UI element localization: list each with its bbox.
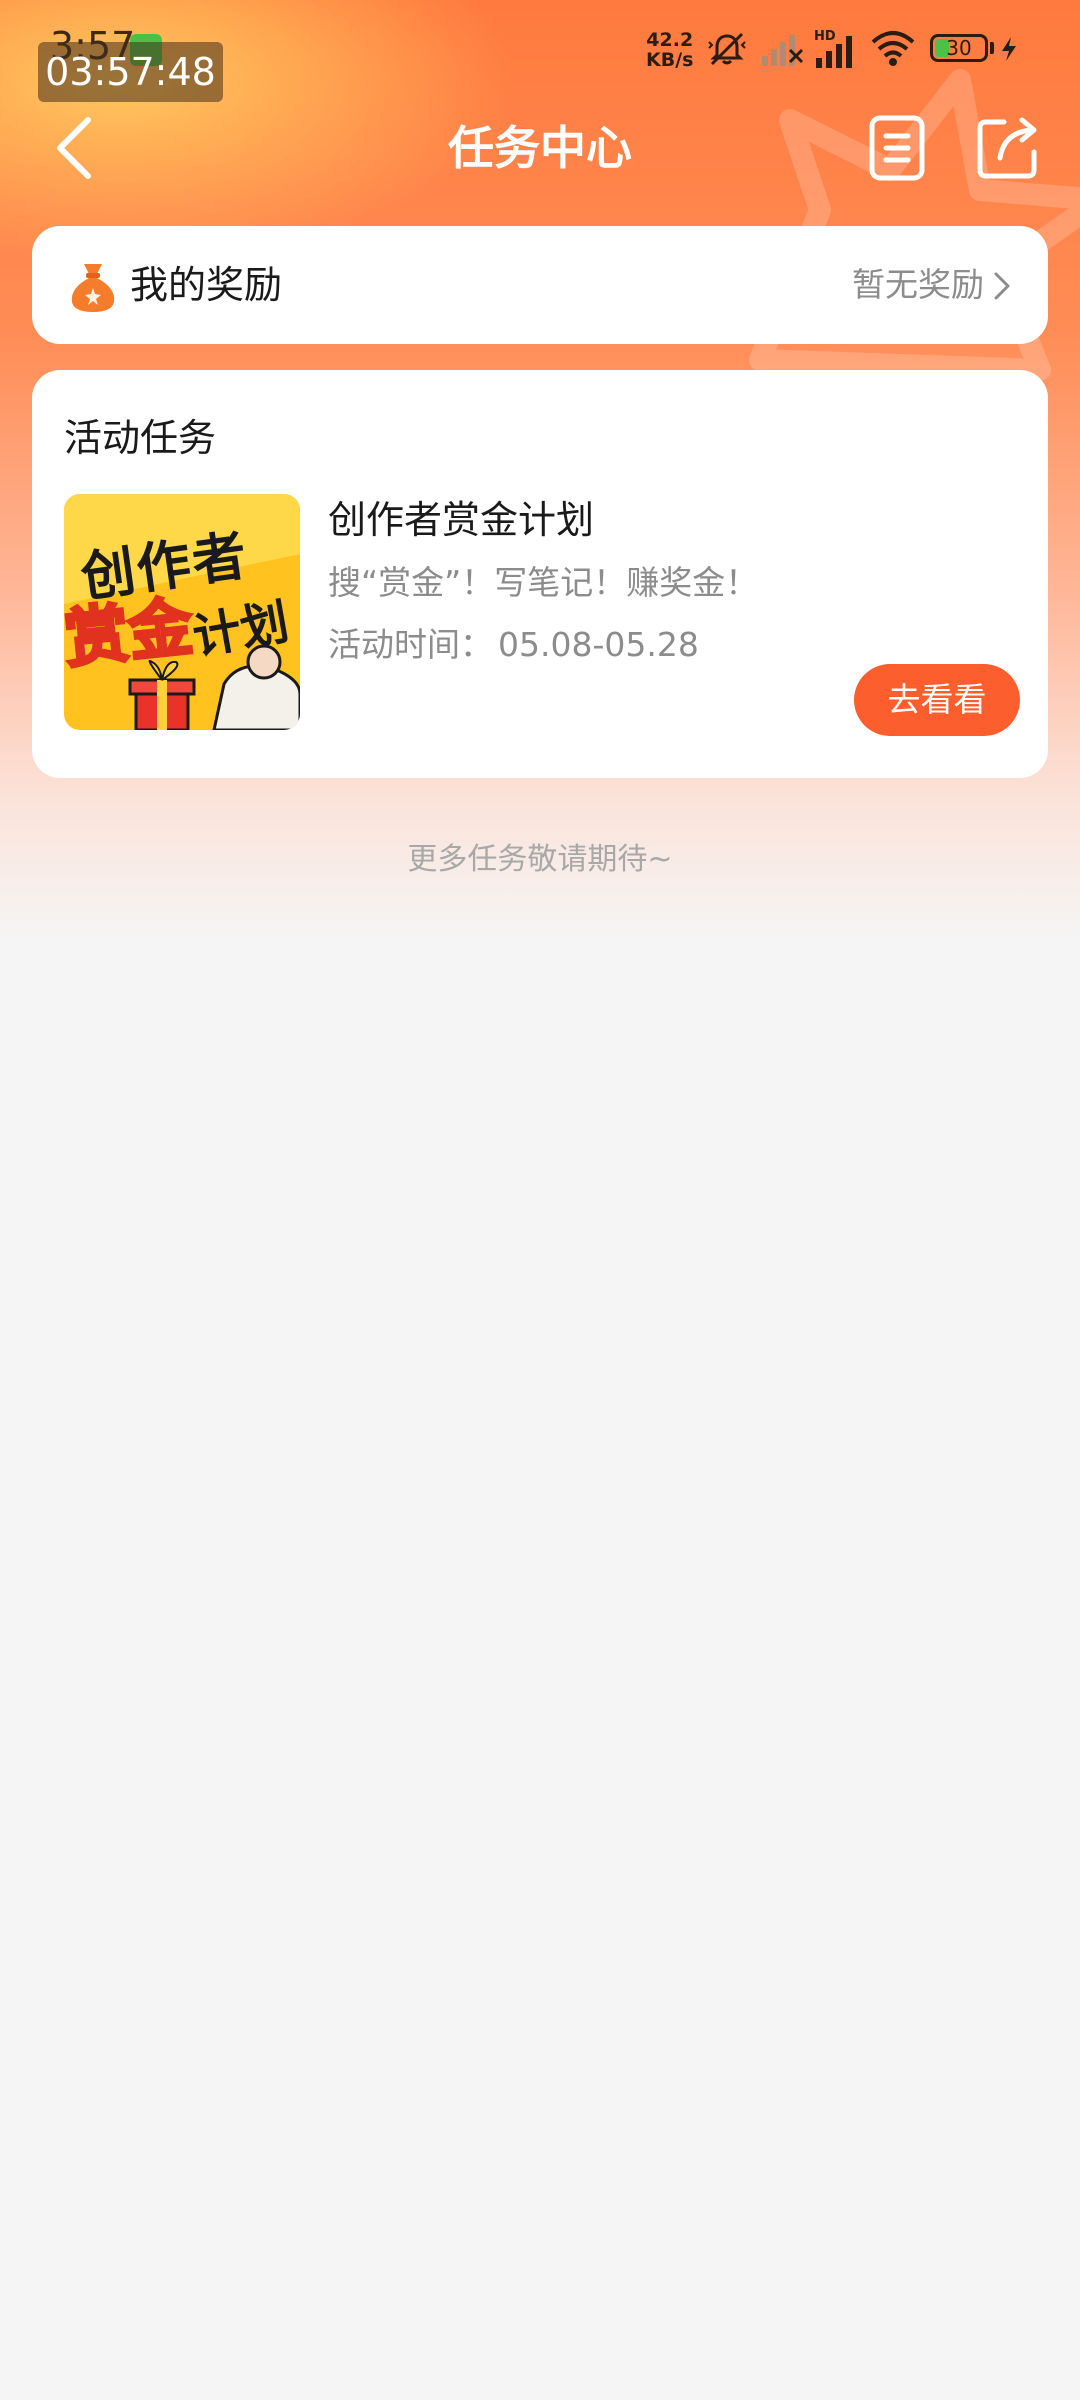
my-rewards-card[interactable]: 我的奖励 暂无奖励 [32,226,1048,344]
task-title[interactable]: 创作者赏金计划 [328,492,594,548]
mute-vibrate-icon [708,32,746,66]
clock-overlay: 03:57:48 [38,42,223,102]
back-arrow-icon[interactable] [48,112,108,184]
battery-icon: 30 [930,34,988,62]
battery-tip [990,42,994,54]
task-thumbnail[interactable]: 创作者 赏金 计划 [64,494,300,730]
battery-level: 30 [946,36,972,60]
network-speed-unit: KB/s [646,49,694,71]
more-tasks-note: 更多任务敬请期待~ [407,842,673,877]
activity-section-title: 活动任务 [64,416,217,460]
signal-weak-icon [762,35,804,66]
signal-hd-icon: HD [814,29,852,68]
notes-icon[interactable] [866,114,930,182]
network-speed-value: 42.2 [646,29,694,51]
hd-label: HD [814,29,836,44]
page-title: 任务中心 [448,121,632,175]
share-icon[interactable] [974,114,1042,182]
task-time-value: 05.08-05.28 [498,625,699,664]
rewards-status: 暂无奖励 [852,265,984,304]
chevron-right-icon [994,272,1010,300]
money-bag-icon [71,264,115,312]
network-speed: 42.2 KB/s [646,30,693,70]
thumbnail-line-2: 赏金 [64,589,198,679]
task-description: 搜“赏金”！写笔记！赚奖金！ [328,563,759,602]
activity-tasks-card: 活动任务 创作者 赏金 计划 创作者赏金计划 搜“赏金”！写笔记！赚奖金！ 活动… [32,370,1048,778]
task-time-label: 活动时间： [328,625,493,664]
charging-icon [1002,37,1016,61]
wifi-icon [871,31,915,66]
go-see-button[interactable]: 去看看 [854,664,1020,736]
status-bar: 3:57 03:57:48 42.2 KB/s HD 30 [0,0,1080,102]
my-rewards-title: 我的奖励 [130,263,283,307]
